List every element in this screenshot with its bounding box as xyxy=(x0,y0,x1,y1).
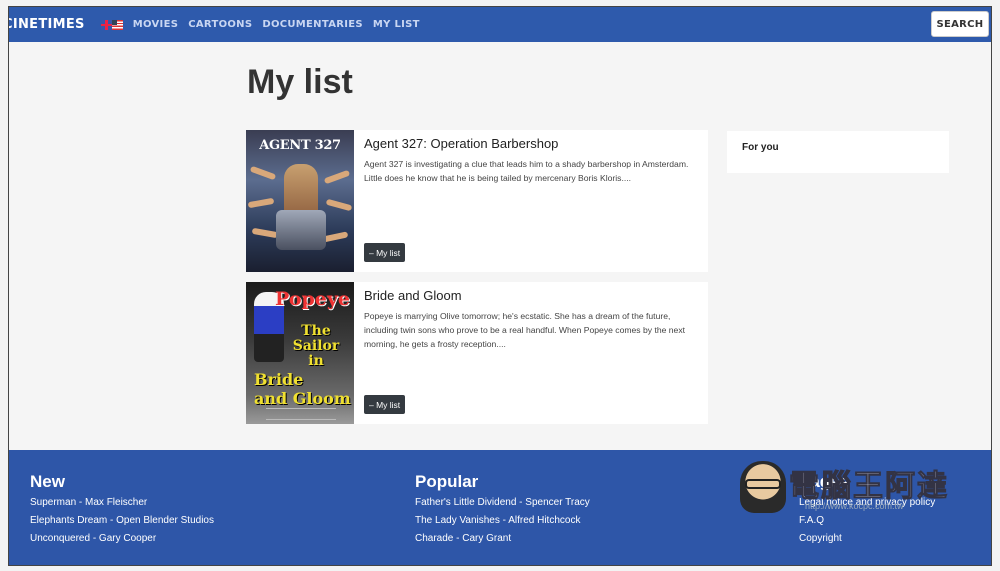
for-you-heading: For you xyxy=(742,142,779,153)
search-button[interactable]: SEARCH xyxy=(931,11,989,37)
movie-poster[interactable]: AGENT 327 xyxy=(246,130,354,272)
poster-subtitle: The Sailor in xyxy=(292,323,340,369)
footer-link[interactable]: F.A.Q xyxy=(799,515,935,526)
language-flag-icon[interactable] xyxy=(100,19,123,30)
top-navbar: CINETIMES MOVIES CARTOONS DOCUMENTARIES … xyxy=(9,7,991,42)
poster-title: AGENT 327 xyxy=(259,138,341,153)
footer-link[interactable]: Copyright xyxy=(799,533,935,544)
movie-description: Popeye is marrying Olive tomorrow; he's … xyxy=(364,311,686,349)
list-item: Popeye The Sailor in Bride and Gloom Bri… xyxy=(246,282,708,424)
page-title: My list xyxy=(247,63,353,101)
footer-new-column: New Superman - Max Fleischer Elephants D… xyxy=(30,472,214,551)
footer-popular-column: Popular Father's Little Dividend - Spenc… xyxy=(415,472,590,551)
footer-popular-heading: Popular xyxy=(415,472,479,491)
remove-from-list-button[interactable]: – My list xyxy=(364,243,406,262)
nav-my-list[interactable]: MY LIST xyxy=(373,19,420,30)
remove-from-list-button[interactable]: – My list xyxy=(364,395,406,414)
footer-link[interactable]: Superman - Max Fleischer xyxy=(30,497,214,508)
poster-title-line1: Bride xyxy=(254,370,304,389)
poster-title: Popeye xyxy=(275,288,350,310)
nav-documentaries[interactable]: DOCUMENTARIES xyxy=(262,19,363,30)
footer-link[interactable]: Unconquered - Gary Cooper xyxy=(30,533,214,544)
movie-poster[interactable]: Popeye The Sailor in Bride and Gloom xyxy=(246,282,354,424)
for-you-panel: For you xyxy=(727,131,949,173)
nav-cartoons[interactable]: CARTOONS xyxy=(188,19,252,30)
footer-link[interactable]: Charade - Cary Grant xyxy=(415,533,590,544)
nav-movies[interactable]: MOVIES xyxy=(133,19,178,30)
movie-title[interactable]: Agent 327: Operation Barbershop xyxy=(364,136,558,151)
watermark-url: http://www.kocpc.com.tw xyxy=(805,501,904,511)
list-item: AGENT 327 Agent 327: Operation Barbersho… xyxy=(246,130,708,272)
footer-new-heading: New xyxy=(30,472,65,491)
footer-link[interactable]: Elephants Dream - Open Blender Studios xyxy=(30,515,214,526)
footer-link[interactable]: Father's Little Dividend - Spencer Tracy xyxy=(415,497,590,508)
brand-logo[interactable]: CINETIMES xyxy=(9,17,85,32)
footer-link[interactable]: The Lady Vanishes - Alfred Hitchcock xyxy=(415,515,590,526)
poster-title-line2: and Gloom xyxy=(254,389,351,408)
movie-title[interactable]: Bride and Gloom xyxy=(364,288,462,303)
watermark: 電腦王阿達 http://www.kocpc.com.tw xyxy=(737,455,962,515)
movie-description: Agent 327 is investigating a clue that l… xyxy=(364,159,689,183)
watermark-text: 電腦王阿達 xyxy=(789,469,949,505)
